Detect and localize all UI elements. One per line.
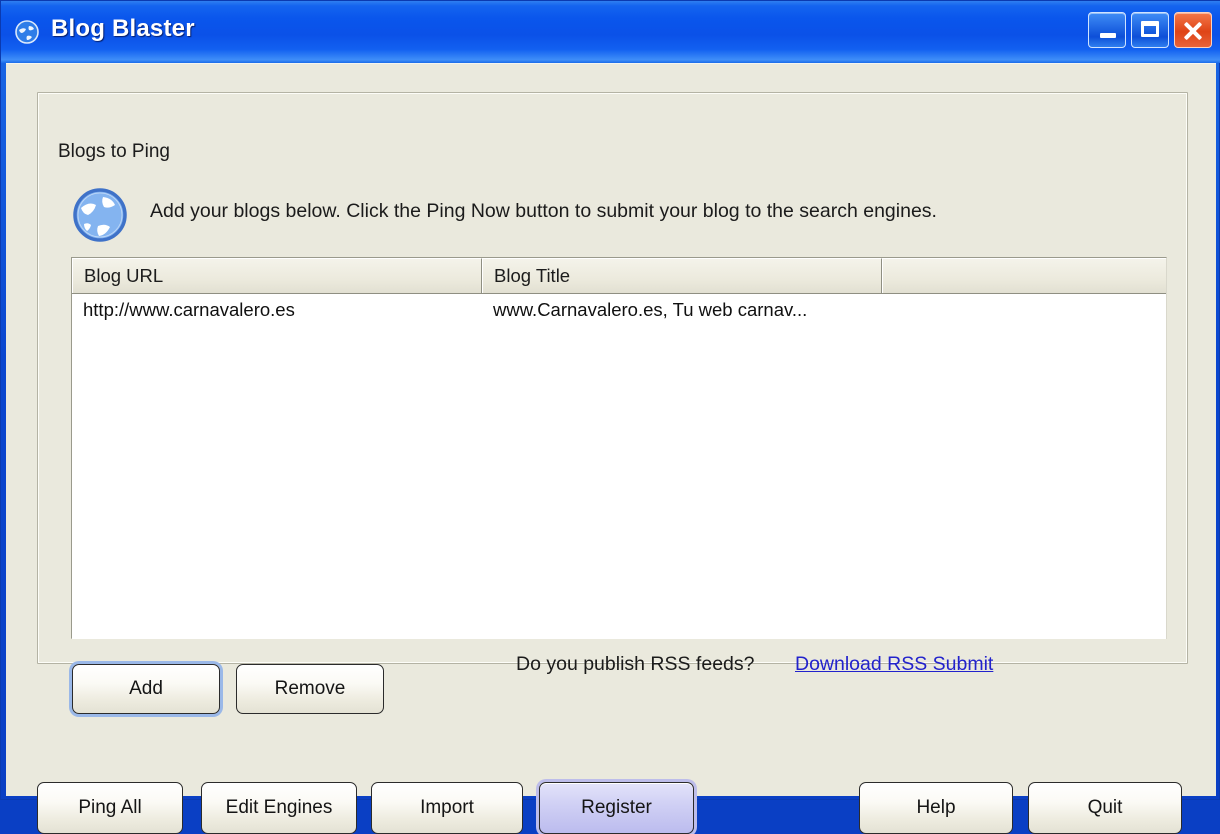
blogs-list[interactable]: Blog URL Blog Title http://www.carnavale… <box>71 257 1167 639</box>
window-title: Blog Blaster <box>51 15 195 42</box>
globe-icon <box>14 19 40 45</box>
application-window: Blog Blaster Blogs to Ping Add your blog… <box>0 0 1220 834</box>
edit-engines-button[interactable]: Edit Engines <box>201 782 357 834</box>
list-header-row: Blog URL Blog Title <box>72 258 1166 294</box>
group-legend: Blogs to Ping <box>51 141 177 163</box>
import-button[interactable]: Import <box>371 782 523 834</box>
download-rss-submit-link[interactable]: Download RSS Submit <box>795 653 993 676</box>
client-area: Blogs to Ping Add your blogs below. Clic… <box>6 63 1216 834</box>
globe-icon <box>71 186 129 244</box>
maximize-button[interactable] <box>1131 12 1169 48</box>
add-button[interactable]: Add <box>72 664 220 714</box>
register-button[interactable]: Register <box>539 782 694 834</box>
table-row[interactable]: http://www.carnavalero.es www.Carnavaler… <box>72 294 1166 326</box>
instruction-text: Add your blogs below. Click the Ping Now… <box>150 200 937 222</box>
minimize-button[interactable] <box>1088 12 1126 48</box>
column-header-blog-title[interactable]: Blog Title <box>482 258 882 293</box>
quit-button[interactable]: Quit <box>1028 782 1182 834</box>
list-body: http://www.carnavalero.es www.Carnavaler… <box>72 294 1166 639</box>
remove-button[interactable]: Remove <box>236 664 384 714</box>
title-bar: Blog Blaster <box>1 1 1220 63</box>
close-button[interactable] <box>1174 12 1212 48</box>
rss-question: Do you publish RSS feeds? <box>516 653 755 675</box>
cell-blog-url: http://www.carnavalero.es <box>83 299 295 320</box>
column-header-extra[interactable] <box>882 258 1166 293</box>
ping-all-button[interactable]: Ping All <box>37 782 183 834</box>
column-header-blog-url[interactable]: Blog URL <box>72 258 482 293</box>
window-controls <box>1088 12 1212 48</box>
cell-blog-title: www.Carnavalero.es, Tu web carnav... <box>493 299 808 320</box>
help-button[interactable]: Help <box>859 782 1013 834</box>
